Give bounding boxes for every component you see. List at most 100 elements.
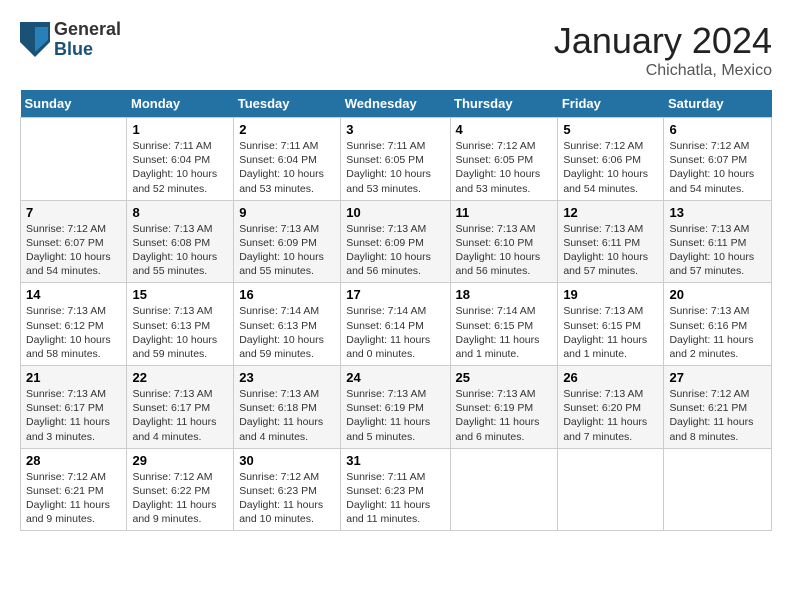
day-info: Sunrise: 7:11 AM Sunset: 6:05 PM Dayligh…	[346, 139, 444, 196]
logo-blue: Blue	[54, 40, 121, 60]
logo-general: General	[54, 20, 121, 40]
day-info: Sunrise: 7:13 AM Sunset: 6:15 PM Dayligh…	[563, 304, 658, 361]
weekday-header-tuesday: Tuesday	[234, 90, 341, 118]
day-number: 18	[456, 287, 553, 302]
day-info: Sunrise: 7:12 AM Sunset: 6:21 PM Dayligh…	[26, 470, 121, 527]
calendar-cell	[21, 118, 127, 201]
day-info: Sunrise: 7:13 AM Sunset: 6:11 PM Dayligh…	[669, 222, 766, 279]
calendar-cell: 7 Sunrise: 7:12 AM Sunset: 6:07 PM Daylig…	[21, 200, 127, 283]
day-number: 30	[239, 453, 335, 468]
day-info: Sunrise: 7:13 AM Sunset: 6:17 PM Dayligh…	[132, 387, 228, 444]
calendar-cell: 4 Sunrise: 7:12 AM Sunset: 6:05 PM Daylig…	[450, 118, 558, 201]
day-number: 3	[346, 122, 444, 137]
day-number: 22	[132, 370, 228, 385]
calendar-table: SundayMondayTuesdayWednesdayThursdayFrid…	[20, 90, 772, 531]
calendar-cell: 15Sunrise: 7:13 AM Sunset: 6:13 PM Dayli…	[127, 283, 234, 366]
calendar-cell: 3 Sunrise: 7:11 AM Sunset: 6:05 PM Daylig…	[341, 118, 450, 201]
day-info: Sunrise: 7:13 AM Sunset: 6:19 PM Dayligh…	[346, 387, 444, 444]
day-info: Sunrise: 7:12 AM Sunset: 6:06 PM Dayligh…	[563, 139, 658, 196]
calendar-cell: 10Sunrise: 7:13 AM Sunset: 6:09 PM Dayli…	[341, 200, 450, 283]
calendar-cell: 29 Sunrise: 7:12 AM Sunset: 6:22 PM Dayli…	[127, 448, 234, 531]
calendar-cell: 16Sunrise: 7:14 AM Sunset: 6:13 PM Dayli…	[234, 283, 341, 366]
day-number: 29	[132, 453, 228, 468]
day-number: 7	[26, 205, 121, 220]
day-number: 15	[132, 287, 228, 302]
calendar-title: January 2024	[554, 20, 772, 62]
day-info: Sunrise: 7:12 AM Sunset: 6:21 PM Dayligh…	[669, 387, 766, 444]
calendar-cell: 18 Sunrise: 7:14 AM Sunset: 6:15 PM Dayli…	[450, 283, 558, 366]
week-row-3: 14 Sunrise: 7:13 AM Sunset: 6:12 PM Dayli…	[21, 283, 772, 366]
day-info: Sunrise: 7:13 AM Sunset: 6:20 PM Dayligh…	[563, 387, 658, 444]
calendar-cell: 30 Sunrise: 7:12 AM Sunset: 6:23 PM Dayli…	[234, 448, 341, 531]
page-header: General Blue January 2024 Chichatla, Mex…	[20, 20, 772, 80]
day-number: 2	[239, 122, 335, 137]
day-info: Sunrise: 7:11 AM Sunset: 6:04 PM Dayligh…	[239, 139, 335, 196]
calendar-cell: 28 Sunrise: 7:12 AM Sunset: 6:21 PM Dayli…	[21, 448, 127, 531]
calendar-cell: 23Sunrise: 7:13 AM Sunset: 6:18 PM Dayli…	[234, 366, 341, 449]
day-number: 13	[669, 205, 766, 220]
weekday-header-saturday: Saturday	[664, 90, 772, 118]
day-info: Sunrise: 7:13 AM Sunset: 6:19 PM Dayligh…	[456, 387, 553, 444]
weekday-header-friday: Friday	[558, 90, 664, 118]
calendar-cell: 21Sunrise: 7:13 AM Sunset: 6:17 PM Dayli…	[21, 366, 127, 449]
day-info: Sunrise: 7:11 AM Sunset: 6:04 PM Dayligh…	[132, 139, 228, 196]
logo-text: General Blue	[54, 20, 121, 60]
day-info: Sunrise: 7:12 AM Sunset: 6:23 PM Dayligh…	[239, 470, 335, 527]
day-number: 28	[26, 453, 121, 468]
day-info: Sunrise: 7:13 AM Sunset: 6:18 PM Dayligh…	[239, 387, 335, 444]
day-number: 6	[669, 122, 766, 137]
week-row-4: 21 Sunrise: 7:13 AM Sunset: 6:17 PM Dayli…	[21, 366, 772, 449]
calendar-cell: 12Sunrise: 7:13 AM Sunset: 6:11 PM Dayli…	[558, 200, 664, 283]
day-info: Sunrise: 7:14 AM Sunset: 6:15 PM Dayligh…	[456, 304, 553, 361]
day-info: Sunrise: 7:13 AM Sunset: 6:08 PM Dayligh…	[132, 222, 228, 279]
day-info: Sunrise: 7:13 AM Sunset: 6:09 PM Dayligh…	[239, 222, 335, 279]
calendar-cell: 11Sunrise: 7:13 AM Sunset: 6:10 PM Dayli…	[450, 200, 558, 283]
day-number: 19	[563, 287, 658, 302]
weekday-header-monday: Monday	[127, 90, 234, 118]
day-number: 10	[346, 205, 444, 220]
day-number: 31	[346, 453, 444, 468]
day-info: Sunrise: 7:12 AM Sunset: 6:05 PM Dayligh…	[456, 139, 553, 196]
logo-icon	[20, 22, 50, 57]
calendar-cell	[664, 448, 772, 531]
calendar-cell: 22 Sunrise: 7:13 AM Sunset: 6:17 PM Dayli…	[127, 366, 234, 449]
day-info: Sunrise: 7:11 AM Sunset: 6:23 PM Dayligh…	[346, 470, 444, 527]
day-info: Sunrise: 7:13 AM Sunset: 6:10 PM Dayligh…	[456, 222, 553, 279]
calendar-cell: 17 Sunrise: 7:14 AM Sunset: 6:14 PM Dayli…	[341, 283, 450, 366]
day-number: 5	[563, 122, 658, 137]
day-info: Sunrise: 7:12 AM Sunset: 6:07 PM Dayligh…	[26, 222, 121, 279]
calendar-cell: 31 Sunrise: 7:11 AM Sunset: 6:23 PM Dayli…	[341, 448, 450, 531]
week-row-1: 1Sunrise: 7:11 AM Sunset: 6:04 PM Daylig…	[21, 118, 772, 201]
day-info: Sunrise: 7:13 AM Sunset: 6:12 PM Dayligh…	[26, 304, 121, 361]
day-number: 9	[239, 205, 335, 220]
calendar-cell: 8 Sunrise: 7:13 AM Sunset: 6:08 PM Daylig…	[127, 200, 234, 283]
calendar-cell: 5 Sunrise: 7:12 AM Sunset: 6:06 PM Daylig…	[558, 118, 664, 201]
weekday-header-wednesday: Wednesday	[341, 90, 450, 118]
logo: General Blue	[20, 20, 121, 60]
calendar-cell: 26 Sunrise: 7:13 AM Sunset: 6:20 PM Dayli…	[558, 366, 664, 449]
day-info: Sunrise: 7:14 AM Sunset: 6:14 PM Dayligh…	[346, 304, 444, 361]
day-info: Sunrise: 7:13 AM Sunset: 6:16 PM Dayligh…	[669, 304, 766, 361]
day-number: 26	[563, 370, 658, 385]
day-number: 17	[346, 287, 444, 302]
day-number: 4	[456, 122, 553, 137]
week-row-2: 7 Sunrise: 7:12 AM Sunset: 6:07 PM Daylig…	[21, 200, 772, 283]
calendar-cell: 2 Sunrise: 7:11 AM Sunset: 6:04 PM Daylig…	[234, 118, 341, 201]
day-number: 25	[456, 370, 553, 385]
day-number: 20	[669, 287, 766, 302]
day-number: 27	[669, 370, 766, 385]
calendar-location: Chichatla, Mexico	[554, 62, 772, 80]
day-info: Sunrise: 7:12 AM Sunset: 6:22 PM Dayligh…	[132, 470, 228, 527]
day-number: 8	[132, 205, 228, 220]
calendar-cell: 25 Sunrise: 7:13 AM Sunset: 6:19 PM Dayli…	[450, 366, 558, 449]
weekday-header-sunday: Sunday	[21, 90, 127, 118]
title-block: January 2024 Chichatla, Mexico	[554, 20, 772, 80]
day-info: Sunrise: 7:14 AM Sunset: 6:13 PM Dayligh…	[239, 304, 335, 361]
calendar-cell: 19 Sunrise: 7:13 AM Sunset: 6:15 PM Dayli…	[558, 283, 664, 366]
calendar-cell: 27 Sunrise: 7:12 AM Sunset: 6:21 PM Dayli…	[664, 366, 772, 449]
day-number: 14	[26, 287, 121, 302]
day-info: Sunrise: 7:13 AM Sunset: 6:11 PM Dayligh…	[563, 222, 658, 279]
calendar-cell: 6Sunrise: 7:12 AM Sunset: 6:07 PM Daylig…	[664, 118, 772, 201]
weekday-header-thursday: Thursday	[450, 90, 558, 118]
day-number: 21	[26, 370, 121, 385]
